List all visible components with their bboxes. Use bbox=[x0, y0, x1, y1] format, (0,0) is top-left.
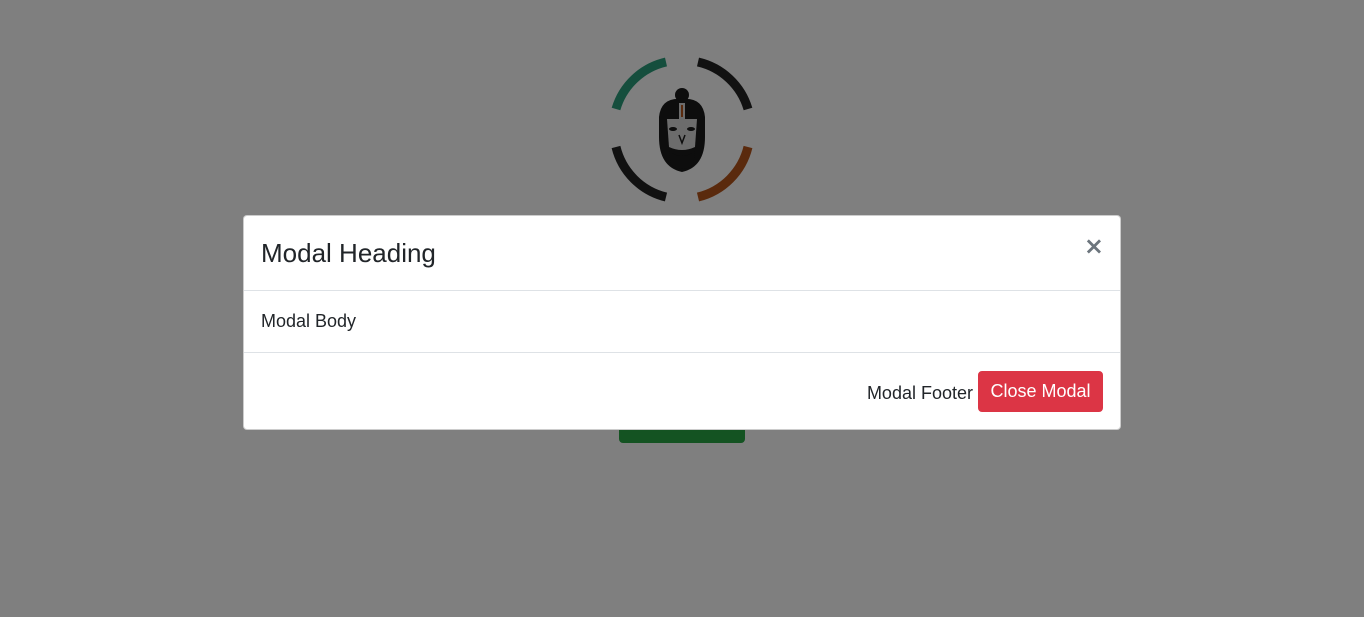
modal-body-text: Modal Body bbox=[261, 311, 357, 331]
modal-body: Modal Body bbox=[244, 291, 1120, 353]
modal-footer-text: Modal Footer bbox=[866, 383, 973, 403]
modal-header: Modal Heading × bbox=[244, 216, 1120, 291]
close-modal-button[interactable]: Close Modal bbox=[978, 371, 1103, 412]
modal-dialog: Modal Heading × Modal Body Modal Footer … bbox=[243, 215, 1121, 430]
modal-footer: Modal Footer Close Modal bbox=[244, 353, 1120, 430]
close-icon[interactable]: × bbox=[1084, 234, 1104, 258]
page: Modal Heading × Modal Body Modal Footer … bbox=[0, 0, 1364, 617]
modal-title: Modal Heading bbox=[261, 238, 436, 268]
